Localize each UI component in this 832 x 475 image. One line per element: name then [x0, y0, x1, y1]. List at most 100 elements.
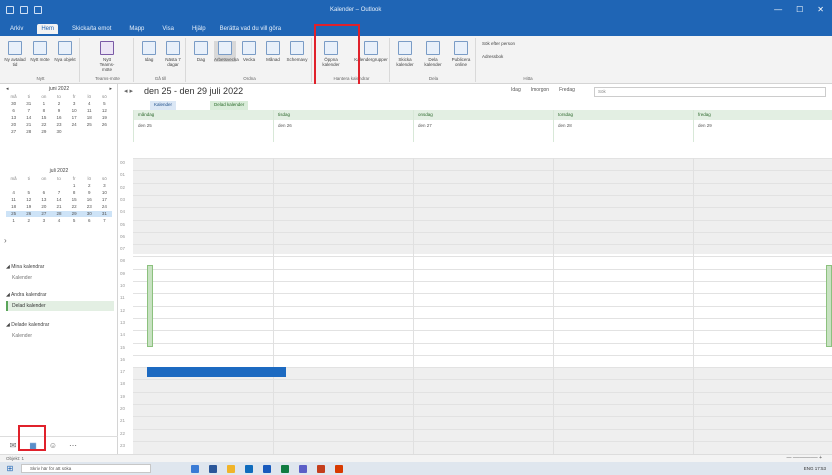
zoom-slider[interactable]: — ─────── + — [787, 455, 823, 461]
mini-calendar-day[interactable]: 26 — [97, 122, 112, 128]
mini-calendar-day[interactable] — [51, 183, 66, 189]
weather-today[interactable]: Idag — [511, 87, 521, 93]
mini-calendar-day[interactable]: 30 — [6, 101, 21, 107]
mini-calendar-day[interactable]: 30 — [81, 211, 97, 217]
edge-icon[interactable] — [209, 464, 217, 473]
share-calendar-button[interactable]: Dela kalender — [422, 41, 444, 67]
mini-calendar-day[interactable] — [82, 129, 97, 135]
mini-calendar-day[interactable]: 31 — [21, 101, 36, 107]
close-icon[interactable]: ✕ — [817, 5, 824, 14]
tab-visa[interactable]: Visa — [158, 24, 178, 34]
excel-icon[interactable] — [281, 464, 289, 473]
mini-calendar-day[interactable]: 10 — [97, 190, 112, 196]
day-header[interactable]: torsdag den 28 — [553, 110, 693, 142]
mini-calendar-day[interactable]: 14 — [21, 115, 36, 121]
outlook-icon[interactable] — [245, 464, 253, 473]
mini-calendar-day[interactable]: 7 — [97, 218, 112, 224]
mini-calendar-day[interactable]: 4 — [6, 190, 21, 196]
day-header[interactable]: fredag den 29 — [693, 110, 832, 142]
system-tray[interactable]: ENG 17:53 — [804, 466, 826, 471]
group-heading[interactable]: ◢ Mina kalendrar — [6, 264, 114, 270]
mini-calendar-day[interactable]: 18 — [6, 204, 21, 210]
tab-hjalp[interactable]: Hjälp — [188, 24, 210, 34]
mini-calendar-day[interactable]: 13 — [6, 115, 21, 121]
mini-calendar-day[interactable]: 5 — [97, 101, 112, 107]
people-icon[interactable]: ☺ — [48, 441, 58, 450]
mini-calendar-day[interactable]: 8 — [67, 190, 82, 196]
mini-calendar-day[interactable]: 14 — [51, 197, 66, 203]
next-appointment-tab[interactable] — [826, 265, 832, 347]
search-people-field[interactable]: Sök efter person — [482, 41, 542, 46]
calendar-item[interactable]: Kalender — [6, 331, 114, 341]
mini-calendar-day[interactable]: 19 — [21, 204, 36, 210]
mini-calendar-day[interactable]: 31 — [96, 211, 112, 217]
mini-calendar-day[interactable]: 19 — [97, 115, 112, 121]
mini-calendar-day[interactable] — [67, 129, 82, 135]
mini-calendar-day[interactable]: 9 — [82, 190, 97, 196]
next-month-icon[interactable]: ▸ — [109, 86, 112, 92]
mini-calendar-day[interactable]: 25 — [6, 211, 22, 217]
mini-calendar-day[interactable]: 12 — [97, 108, 112, 114]
mini-calendar-day[interactable]: 11 — [6, 197, 21, 203]
tab-calendar[interactable]: Kalender — [150, 101, 177, 110]
time-grid[interactable]: 00 01 02 03 04 05 06 07 08 09 10 11 12 13 14 15 16 17 18 19… — [118, 158, 832, 454]
today-button[interactable]: Idag — [138, 41, 160, 62]
mini-calendar-day[interactable]: 12 — [21, 197, 36, 203]
mini-calendar-day[interactable]: 2 — [21, 218, 36, 224]
mini-calendar-day[interactable]: 11 — [82, 108, 97, 114]
windows-start-icon[interactable]: ⊞ — [3, 464, 17, 473]
mini-calendar-day[interactable]: 23 — [51, 122, 66, 128]
group-heading[interactable]: ◢ Delade kalendrar — [6, 322, 114, 328]
minimize-icon[interactable]: — — [774, 5, 782, 14]
calendar-item[interactable]: Kalender — [6, 273, 114, 283]
mini-calendar-day[interactable]: 3 — [97, 183, 112, 189]
mini-calendar-day[interactable]: 15 — [67, 197, 82, 203]
mini-calendar-day[interactable]: 16 — [51, 115, 66, 121]
mini-calendar-day[interactable]: 6 — [6, 108, 21, 114]
mini-calendar-day[interactable]: 26 — [21, 211, 37, 217]
mini-calendar-day[interactable]: 28 — [51, 211, 67, 217]
day-header[interactable]: onsdag den 27 — [413, 110, 553, 142]
mail-icon[interactable]: ✉ — [8, 441, 18, 450]
mini-calendar-day[interactable]: 1 — [6, 218, 21, 224]
tab-arkiv[interactable]: Arkiv — [6, 24, 27, 34]
mini-calendar-day[interactable]: 23 — [82, 204, 97, 210]
mini-calendar-day[interactable]: 28 — [21, 129, 36, 135]
day-header[interactable]: tisdag den 26 — [273, 110, 413, 142]
mini-calendar-day[interactable]: 27 — [36, 211, 52, 217]
mini-calendar-day[interactable]: 5 — [21, 190, 36, 196]
teams-icon[interactable] — [299, 464, 307, 473]
mini-calendar-day[interactable]: 1 — [67, 183, 82, 189]
mini-calendar-day[interactable]: 7 — [51, 190, 66, 196]
weather-friday[interactable]: Fredag — [559, 87, 575, 93]
mini-calendar-day[interactable]: 17 — [67, 115, 82, 121]
mini-calendar-day[interactable]: 6 — [36, 190, 51, 196]
mini-calendar-day[interactable]: 29 — [66, 211, 82, 217]
mini-calendar-day[interactable]: 9 — [51, 108, 66, 114]
address-book-button[interactable]: Adressbok — [482, 54, 542, 59]
mini-calendar-day[interactable]: 22 — [36, 122, 51, 128]
work-week-view-button[interactable]: Arbetsvecka — [214, 41, 239, 62]
tab-skicka-ta-emot[interactable]: Skicka/ta emot — [68, 24, 115, 34]
mini-calendar-day[interactable]: 2 — [51, 101, 66, 107]
mini-calendar-day[interactable]: 13 — [36, 197, 51, 203]
mini-calendar-day[interactable]: 5 — [67, 218, 82, 224]
mini-calendar-day[interactable]: 21 — [21, 122, 36, 128]
customize-icon[interactable] — [34, 6, 42, 14]
mini-calendar-day[interactable]: 16 — [82, 197, 97, 203]
mini-calendar-day[interactable]: 3 — [67, 101, 82, 107]
calendar-nav-arrows[interactable]: ◂ ▸ — [124, 87, 133, 95]
weather-tomorrow[interactable]: Imorgon — [531, 87, 549, 93]
calendar-search-input[interactable]: Sök — [594, 87, 826, 97]
mini-calendar-day[interactable]: 30 — [51, 129, 66, 135]
group-heading[interactable]: ◢ Andra kalendrar — [6, 292, 114, 298]
mini-calendar-day[interactable] — [97, 129, 112, 135]
taskbar-search-input[interactable]: Skriv här för att söka — [21, 464, 151, 473]
mini-calendar-day[interactable]: 24 — [97, 204, 112, 210]
mini-calendar-day[interactable]: 20 — [6, 122, 21, 128]
mini-calendar-day[interactable]: 21 — [51, 204, 66, 210]
new-teams-meeting-button[interactable]: Nytt Teams-möte — [96, 41, 118, 72]
mini-calendar-day[interactable]: 4 — [51, 218, 66, 224]
week-view-button[interactable]: Vecka — [238, 41, 260, 62]
new-appointment-button[interactable]: Ny avtalad tid — [4, 41, 26, 67]
